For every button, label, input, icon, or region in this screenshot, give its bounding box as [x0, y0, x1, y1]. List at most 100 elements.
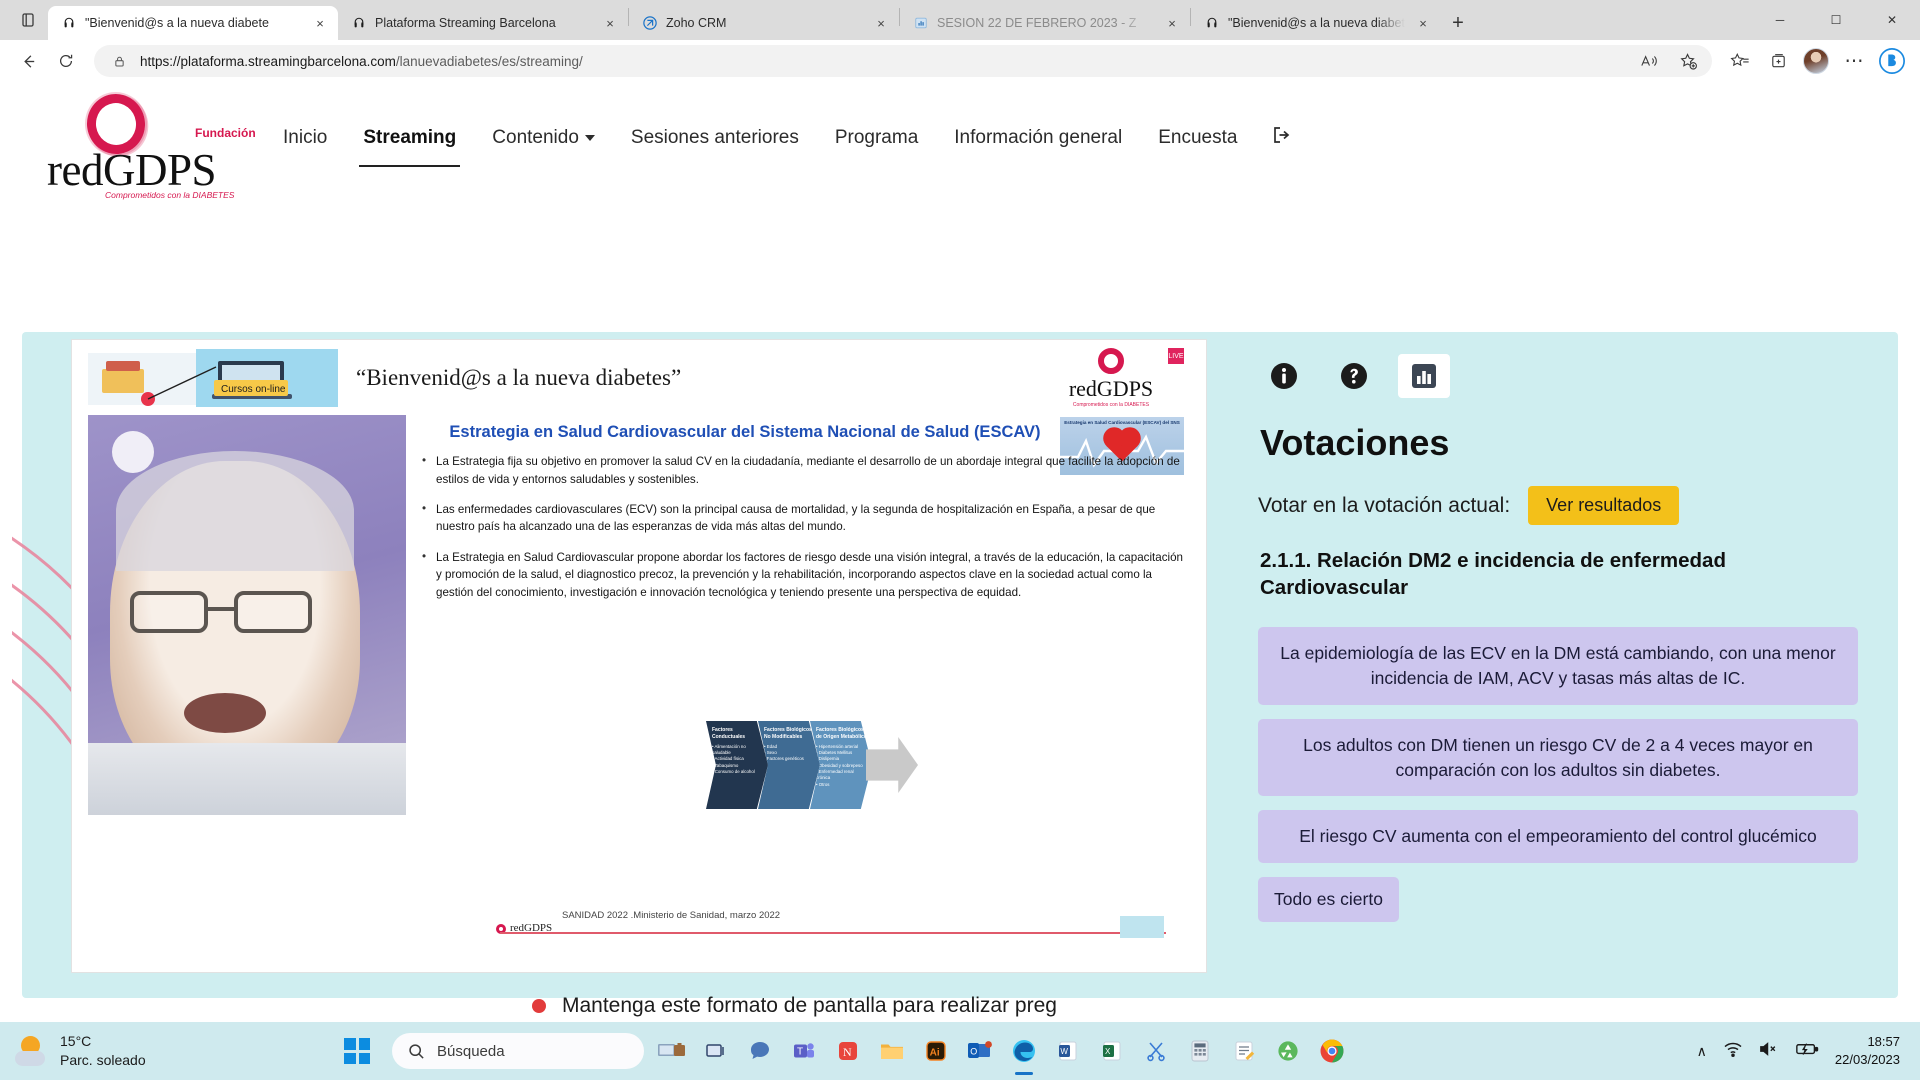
browser-tab[interactable]: "Bienvenid@s a la nueva diabete ×	[48, 6, 338, 40]
wifi-icon[interactable]	[1723, 1040, 1743, 1063]
outlook-icon[interactable]: O	[962, 1033, 998, 1069]
nav-item-informacion-general[interactable]: Información general	[936, 117, 1140, 159]
weather-widget[interactable]: 15°C Parc. soleado	[14, 1032, 344, 1070]
chat-icon[interactable]	[742, 1033, 778, 1069]
back-icon[interactable]	[10, 45, 46, 77]
browser-tab[interactable]: "Bienvenid@s a la nueva diabete ×	[1191, 6, 1441, 40]
vote-option[interactable]: Todo es cierto	[1258, 877, 1399, 923]
weather-temperature: 15°C	[60, 1033, 92, 1050]
show-hidden-icons-button[interactable]: ∧	[1697, 1043, 1707, 1060]
view-results-button[interactable]: Ver resultados	[1528, 486, 1680, 525]
presentation-icon	[912, 15, 929, 32]
system-tray: ∧ 18:57 22/03/2023	[1697, 1033, 1906, 1069]
read-aloud-icon[interactable]	[1632, 45, 1668, 77]
tab-votes[interactable]	[1398, 354, 1450, 398]
battery-charging-icon[interactable]	[1795, 1041, 1819, 1062]
nav-item-streaming[interactable]: Streaming	[345, 117, 474, 167]
bullet-text: La Estrategia fija su objetivo en promov…	[436, 455, 1180, 486]
speaker-video[interactable]	[88, 415, 406, 815]
headphones-icon	[60, 15, 77, 32]
browser-tab[interactable]: Plataforma Streaming Barcelona ×	[338, 6, 628, 40]
vote-option[interactable]: La epidemiología de las ECV en la DM est…	[1258, 627, 1858, 705]
svg-text:T: T	[797, 1047, 803, 1058]
headphones-icon	[1203, 15, 1220, 32]
nav-item-sesiones-anteriores[interactable]: Sesiones anteriores	[613, 117, 817, 159]
votes-heading: Votaciones	[1260, 422, 1450, 463]
redgdps-logo[interactable]: Fundación redGDPS Comprometidos con la D…	[45, 82, 256, 200]
slide-caption: Mantenga este formato de pantalla para r…	[562, 994, 1057, 1017]
brand-wordmark: redGDPS	[1068, 376, 1154, 401]
vote-option[interactable]: El riesgo CV aumenta con el empeoramient…	[1258, 810, 1858, 864]
weather-condition: Parc. soleado	[60, 1052, 146, 1068]
tab-close-icon[interactable]: ×	[1413, 13, 1433, 33]
widgets-preview-icon[interactable]	[654, 1033, 690, 1069]
nav-item-inicio[interactable]: Inicio	[265, 117, 345, 159]
search-placeholder: Búsqueda	[437, 1042, 505, 1060]
nav-item-encuesta[interactable]: Encuesta	[1140, 117, 1255, 159]
nav-item-programa[interactable]: Programa	[817, 117, 936, 159]
streaming-panel: Cursos on-line “Bienvenid@s a la nueva d…	[12, 332, 1898, 1017]
new-tab-button[interactable]: +	[1441, 7, 1475, 39]
minimize-button[interactable]: ─	[1752, 0, 1808, 40]
google-chrome-icon[interactable]	[1314, 1033, 1350, 1069]
task-view-icon[interactable]	[698, 1033, 734, 1069]
refresh-icon[interactable]	[48, 45, 84, 77]
tab-close-icon[interactable]: ×	[600, 13, 620, 33]
tab-close-icon[interactable]: ×	[310, 13, 330, 33]
add-favorite-icon[interactable]	[1670, 45, 1706, 77]
notion-icon[interactable]: N	[830, 1033, 866, 1069]
nav-label: Inicio	[283, 127, 328, 148]
url-path: /lanuevadiabetes/es/streaming/	[395, 53, 583, 69]
microsoft-excel-icon[interactable]: X	[1094, 1033, 1130, 1069]
collections-icon[interactable]	[1760, 45, 1796, 77]
tab-close-icon[interactable]: ×	[871, 13, 891, 33]
microsoft-word-icon[interactable]: W	[1050, 1033, 1086, 1069]
tab-close-icon[interactable]: ×	[1162, 13, 1182, 33]
sticky-notes-icon[interactable]	[1226, 1033, 1262, 1069]
favorites-icon[interactable]	[1722, 45, 1758, 77]
calculator-icon[interactable]	[1182, 1033, 1218, 1069]
live-badge: LIVE	[1168, 348, 1184, 364]
clock[interactable]: 18:57 22/03/2023	[1835, 1033, 1900, 1069]
search-input[interactable]: Búsqueda	[392, 1033, 644, 1069]
recycle-icon[interactable]	[1270, 1033, 1306, 1069]
cursos-online-badge: Cursos on-line	[88, 347, 338, 409]
browser-tab[interactable]: SESION 22 DE FEBRERO 2023 - Z ×	[900, 6, 1190, 40]
address-bar[interactable]: https://plataforma.streamingbarcelona.co…	[94, 45, 1712, 77]
close-window-button[interactable]: ✕	[1864, 0, 1920, 40]
logout-icon[interactable]	[1255, 115, 1309, 161]
vote-action-row: Votar en la votación actual: Ver resulta…	[1258, 486, 1858, 525]
presentation-slide[interactable]: Cursos on-line “Bienvenid@s a la nueva d…	[72, 340, 1206, 972]
vote-question: 2.1.1. Relación DM2 e incidencia de enfe…	[1260, 549, 1726, 600]
clock-date: 22/03/2023	[1834, 1052, 1900, 1067]
tab-title: Plataforma Streaming Barcelona	[375, 16, 556, 30]
svg-text:O: O	[970, 1047, 977, 1057]
tab-list-icon[interactable]	[8, 0, 48, 40]
maximize-button[interactable]: ☐	[1808, 0, 1864, 40]
microsoft-edge-icon[interactable]	[1006, 1033, 1042, 1075]
snipping-tool-icon[interactable]	[1138, 1033, 1174, 1069]
speaker-shirt	[88, 743, 406, 815]
slide-source: SANIDAD 2022 .Ministerio de Sanidad, mar…	[562, 910, 781, 921]
vote-option[interactable]: Los adultos con DM tienen un riesgo CV d…	[1258, 718, 1858, 797]
windows-start-icon[interactable]	[344, 1038, 370, 1064]
volume-muted-icon[interactable]	[1759, 1040, 1779, 1063]
avatar[interactable]	[1798, 45, 1834, 77]
browser-toolbar: https://plataforma.streamingbarcelona.co…	[0, 40, 1920, 82]
tab-strip: "Bienvenid@s a la nueva diabete × Plataf…	[0, 0, 1920, 40]
nav-item-contenido[interactable]: Contenido	[474, 117, 613, 159]
adobe-illustrator-icon[interactable]: Ai	[918, 1033, 954, 1069]
file-explorer-icon[interactable]	[874, 1033, 910, 1069]
speaker-hair	[116, 451, 354, 571]
tab-questions[interactable]	[1328, 354, 1380, 398]
bar-chart-icon	[1412, 364, 1436, 388]
chevron-items: • Edad • Sexo • Factores genéticos	[764, 743, 804, 762]
lock-icon	[108, 45, 130, 77]
browser-tab[interactable]: Zoho CRM ×	[629, 6, 899, 40]
microsoft-teams-icon[interactable]: T	[786, 1033, 822, 1069]
settings-more-icon[interactable]: ⋯	[1836, 45, 1872, 77]
copilot-icon[interactable]	[1874, 45, 1910, 77]
tab-info[interactable]	[1258, 354, 1310, 398]
votes-tab-bar	[1258, 354, 1858, 398]
main-navigation: Inicio Streaming Contenido Sesiones ante…	[265, 115, 1309, 167]
